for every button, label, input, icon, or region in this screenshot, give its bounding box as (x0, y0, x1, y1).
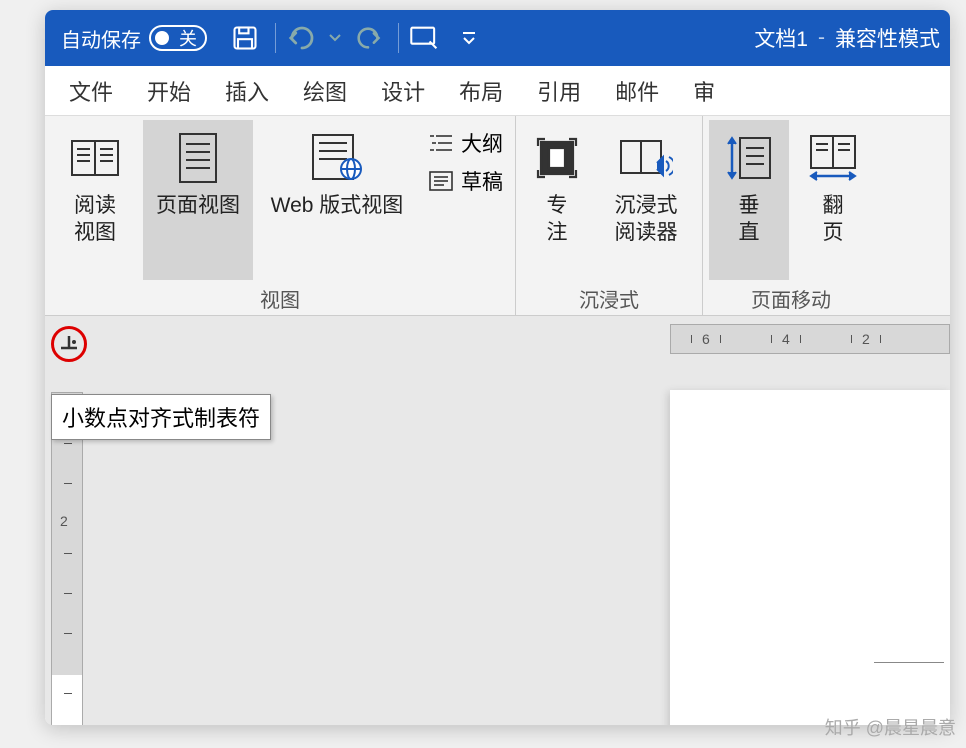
ruler-mark-4: 4 (782, 331, 790, 347)
focus-button[interactable]: 专 注 (522, 120, 592, 280)
redo-button[interactable] (348, 18, 388, 58)
page-icon (170, 130, 226, 186)
tab-mailings[interactable]: 邮件 (599, 65, 675, 117)
titlebar: 自动保存 关 (45, 10, 950, 66)
draft-label: 草稿 (461, 166, 503, 196)
web-view-label: Web 版式视图 (271, 192, 404, 219)
draft-button[interactable]: 草稿 (423, 164, 507, 198)
tab-selector-tooltip: 小数点对齐式制表符 (51, 394, 271, 440)
page-view-label: 页面视图 (156, 192, 240, 219)
touch-mode-button[interactable] (405, 18, 445, 58)
immersive-reader-button[interactable]: 沉浸式 阅读器 (596, 120, 696, 280)
compat-mode-label: 兼容性模式 (835, 23, 940, 53)
app-window: 自动保存 关 (45, 10, 950, 725)
side-by-side-label: 翻 页 (823, 192, 844, 247)
ruler-mark-2: 2 (862, 331, 870, 347)
document-page[interactable] (670, 390, 950, 725)
vertical-button[interactable]: 垂 直 (709, 120, 789, 280)
read-view-label: 阅读 视图 (74, 192, 116, 247)
web-view-button[interactable]: Web 版式视图 (257, 120, 417, 280)
web-page-icon (309, 130, 365, 186)
autosave-toggle[interactable]: 关 (149, 25, 207, 51)
separator (275, 23, 276, 53)
group-page-move: 垂 直 翻 页 页面移动 (703, 116, 879, 315)
book-icon (67, 130, 123, 186)
focus-label: 专 注 (547, 192, 568, 247)
immersive-reader-label: 沉浸式 阅读器 (615, 192, 678, 247)
vertical-label: 垂 直 (739, 192, 760, 247)
group-immersive-label: 沉浸式 (522, 280, 696, 317)
tab-stop-selector[interactable] (51, 326, 87, 362)
toggle-knob-icon (155, 31, 169, 45)
watermark: 知乎 @晨星晨意 (825, 714, 956, 740)
ribbon-tabs: 文件 开始 插入 绘图 设计 布局 引用 邮件 审 (45, 66, 950, 116)
outline-label: 大纲 (461, 128, 503, 158)
group-immersive: 专 注 沉浸式 阅读器 沉浸式 (516, 116, 703, 315)
save-button[interactable] (225, 18, 265, 58)
tab-layout[interactable]: 布局 (443, 65, 519, 117)
document-title-area: 文档1 - 兼容性模式 (754, 23, 940, 53)
read-view-button[interactable]: 阅读 视图 (51, 120, 139, 280)
horizontal-ruler[interactable]: 6 4 2 (670, 324, 950, 354)
side-by-side-button[interactable]: 翻 页 (793, 120, 873, 280)
outline-button[interactable]: 大纲 (423, 126, 507, 160)
toggle-state: 关 (179, 25, 197, 51)
tab-file[interactable]: 文件 (53, 65, 129, 117)
ribbon: 阅读 视图 页面视图 (45, 116, 950, 316)
tab-insert[interactable]: 插入 (209, 65, 285, 117)
group-views: 阅读 视图 页面视图 (45, 116, 516, 315)
qat-customize-dropdown[interactable] (449, 18, 489, 58)
dash: - (818, 26, 825, 50)
group-page-move-label: 页面移动 (709, 280, 873, 317)
ruler-mark-6: 6 (702, 331, 710, 347)
tab-home[interactable]: 开始 (131, 65, 207, 117)
side-by-side-icon (805, 130, 861, 186)
group-views-label: 视图 (51, 280, 509, 317)
undo-dropdown[interactable] (326, 18, 344, 58)
page-view-button[interactable]: 页面视图 (143, 120, 253, 280)
draft-icon (427, 170, 455, 192)
page-content-line (874, 662, 944, 663)
vruler-mark-2: 2 (60, 513, 68, 529)
tab-references[interactable]: 引用 (521, 65, 597, 117)
tab-design[interactable]: 设计 (365, 65, 441, 117)
focus-icon (529, 130, 585, 186)
vertical-scroll-icon (721, 130, 777, 186)
immersive-reader-icon (618, 130, 674, 186)
tab-review[interactable]: 审 (677, 65, 731, 117)
outline-icon (427, 132, 455, 154)
undo-button[interactable] (282, 18, 322, 58)
document-name: 文档1 (754, 23, 808, 53)
vertical-ruler[interactable]: 2 (51, 392, 83, 725)
workspace: 6 4 2 小数点对齐式制表符 (45, 316, 950, 725)
decimal-tab-icon (59, 334, 79, 354)
tab-draw[interactable]: 绘图 (287, 65, 363, 117)
separator (398, 23, 399, 53)
autosave-label: 自动保存 (61, 24, 141, 53)
